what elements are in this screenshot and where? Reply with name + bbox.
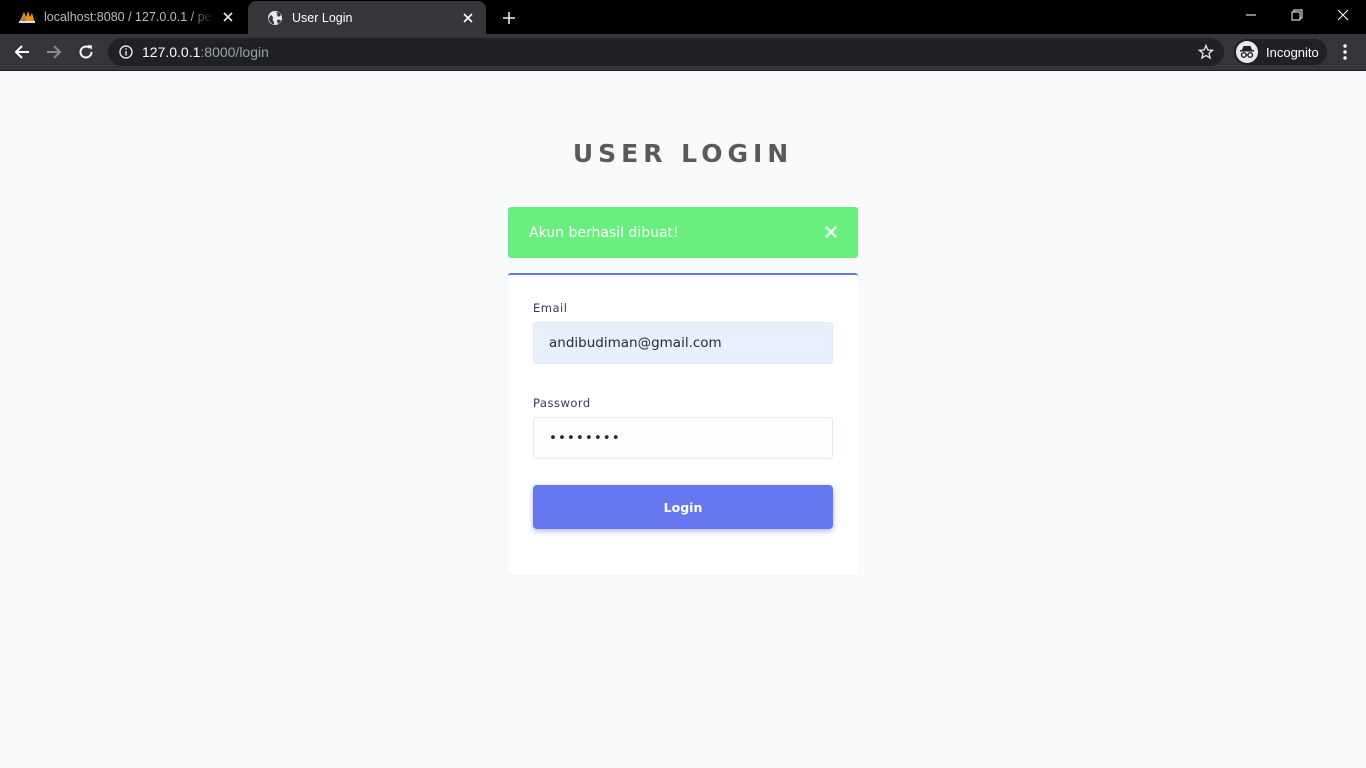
page-title: USER LOGIN (572, 139, 794, 168)
email-field[interactable] (533, 322, 833, 364)
password-label: Password (533, 396, 591, 410)
password-field[interactable] (533, 417, 833, 459)
restore-icon (1291, 9, 1303, 21)
new-tab-button[interactable] (496, 5, 522, 31)
minimize-icon (1246, 14, 1256, 16)
close-icon[interactable] (823, 224, 838, 239)
arrow-left-icon (14, 45, 29, 59)
browser-menu-button[interactable] (1334, 38, 1356, 66)
reload-icon (79, 45, 93, 59)
forward-button[interactable] (40, 38, 68, 66)
globe-icon (266, 9, 284, 27)
restore-button[interactable] (1274, 0, 1320, 30)
alert-message: Akun berhasil dibuat! (529, 224, 679, 241)
more-vertical-icon (1343, 44, 1347, 60)
arrow-right-icon (47, 45, 62, 59)
browser-tab-bar: localhost:8080 / 127.0.0.1 / pendaftaran… (0, 0, 1366, 34)
close-icon[interactable] (460, 10, 476, 26)
star-icon[interactable] (1197, 43, 1215, 60)
success-alert: Akun berhasil dibuat! (508, 207, 858, 258)
close-window-button[interactable] (1320, 0, 1366, 30)
tab-title: User Login (292, 10, 353, 25)
plus-icon (503, 12, 515, 24)
url-path: :8000/login (200, 44, 269, 60)
email-label: Email (533, 301, 568, 315)
tab-user-login[interactable]: User Login (248, 1, 486, 34)
url-text: 127.0.0.1:8000/login (142, 44, 269, 60)
page-content: USER LOGIN Akun berhasil dibuat! Email P… (0, 71, 1366, 768)
incognito-label: Incognito (1266, 44, 1319, 60)
tab-title: localhost:8080 / 127.0.0.1 / pendaftaran (44, 10, 214, 24)
incognito-indicator[interactable]: Incognito (1234, 39, 1327, 65)
login-button[interactable]: Login (533, 485, 833, 529)
close-icon[interactable] (220, 9, 236, 25)
incognito-icon (1236, 41, 1258, 63)
tab-phpmyadmin[interactable]: localhost:8080 / 127.0.0.1 / pendaftaran (0, 0, 246, 34)
browser-toolbar: 127.0.0.1:8000/login Incognito (0, 34, 1366, 71)
reload-button[interactable] (72, 38, 100, 66)
info-icon[interactable] (118, 44, 134, 60)
close-icon (1337, 9, 1349, 21)
back-button[interactable] (8, 38, 36, 66)
login-card: Email Password Login (508, 273, 858, 575)
address-bar[interactable]: 127.0.0.1:8000/login (108, 38, 1224, 66)
url-host: 127.0.0.1 (142, 44, 201, 60)
minimize-button[interactable] (1228, 0, 1274, 30)
phpmyadmin-icon (18, 8, 36, 26)
